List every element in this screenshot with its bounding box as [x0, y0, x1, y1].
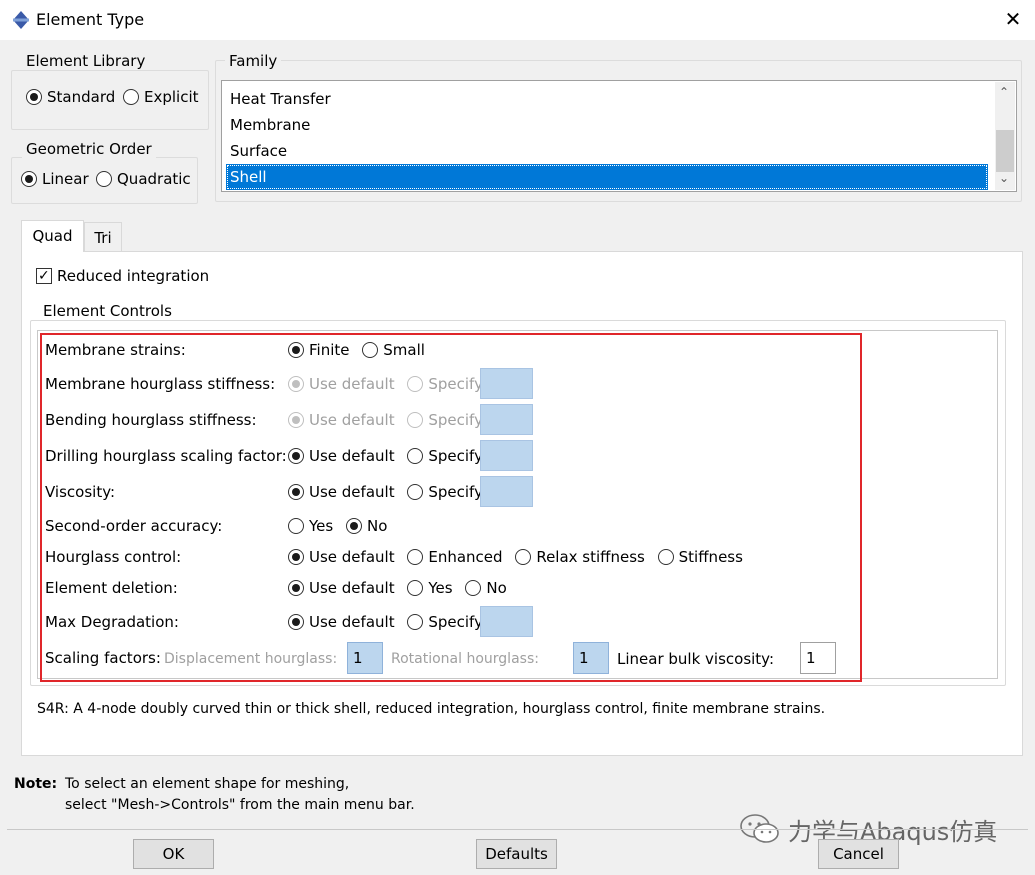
element-description: S4R: A 4-node doubly curved thin or thic… [37, 701, 826, 717]
close-icon[interactable]: ✕ [1002, 6, 1024, 32]
tab-active-joint [22, 250, 83, 253]
cancel-button[interactable]: Cancel [818, 839, 899, 869]
family-scroll-thumb[interactable] [996, 130, 1014, 172]
element-library-legend: Element Library [22, 52, 150, 70]
ok-button[interactable]: OK [133, 839, 214, 869]
button-separator [7, 829, 1028, 830]
radio-quadratic[interactable]: Quadratic [96, 170, 191, 188]
family-scrollbar[interactable]: ⌃ ⌄ [995, 82, 1015, 190]
family-item-surface[interactable]: Surface [226, 138, 988, 164]
highlight-frame [40, 333, 862, 682]
note-label: Note: [14, 776, 58, 792]
reduced-integration-checkbox[interactable]: Reduced integration [36, 266, 209, 286]
defaults-button[interactable]: Defaults [476, 839, 557, 869]
reduced-integration-check-indicator[interactable] [36, 266, 52, 286]
radio-standard-label: Standard [47, 88, 116, 106]
note-line-2: select "Mesh->Controls" from the main me… [65, 797, 415, 813]
radio-standard-indicator[interactable] [26, 89, 42, 105]
radio-linear-indicator[interactable] [21, 171, 37, 187]
radio-explicit-indicator[interactable] [123, 89, 139, 105]
geometric-order-legend: Geometric Order [22, 140, 156, 158]
tab-quad[interactable]: Quad [21, 220, 84, 252]
radio-linear-label: Linear [42, 170, 89, 188]
family-legend: Family [225, 52, 282, 70]
family-item-heat-transfer[interactable]: Heat Transfer [226, 86, 988, 112]
radio-standard[interactable]: Standard [26, 88, 115, 106]
radio-quadratic-indicator[interactable] [96, 171, 112, 187]
scroll-up-icon[interactable]: ⌃ [999, 85, 1009, 99]
radio-explicit[interactable]: Explicit [123, 88, 199, 106]
tab-tri[interactable]: Tri [84, 222, 122, 252]
note-line-1: To select an element shape for meshing, [65, 776, 350, 792]
family-item-shell[interactable]: Shell [226, 164, 988, 190]
radio-quadratic-label: Quadratic [117, 170, 191, 188]
scroll-down-icon[interactable]: ⌄ [999, 171, 1009, 185]
radio-explicit-label: Explicit [144, 88, 199, 106]
window-title: Element Type [36, 10, 145, 29]
element-controls-legend: Element Controls [39, 302, 176, 320]
radio-linear[interactable]: Linear [21, 170, 89, 188]
title-bar: Element Type ✕ [0, 0, 1035, 40]
reduced-integration-label: Reduced integration [57, 267, 210, 285]
family-item-membrane[interactable]: Membrane [226, 112, 988, 138]
family-listbox[interactable]: Heat Transfer Membrane Surface Shell ⌃ ⌄ [221, 80, 1017, 192]
app-icon [12, 10, 30, 30]
